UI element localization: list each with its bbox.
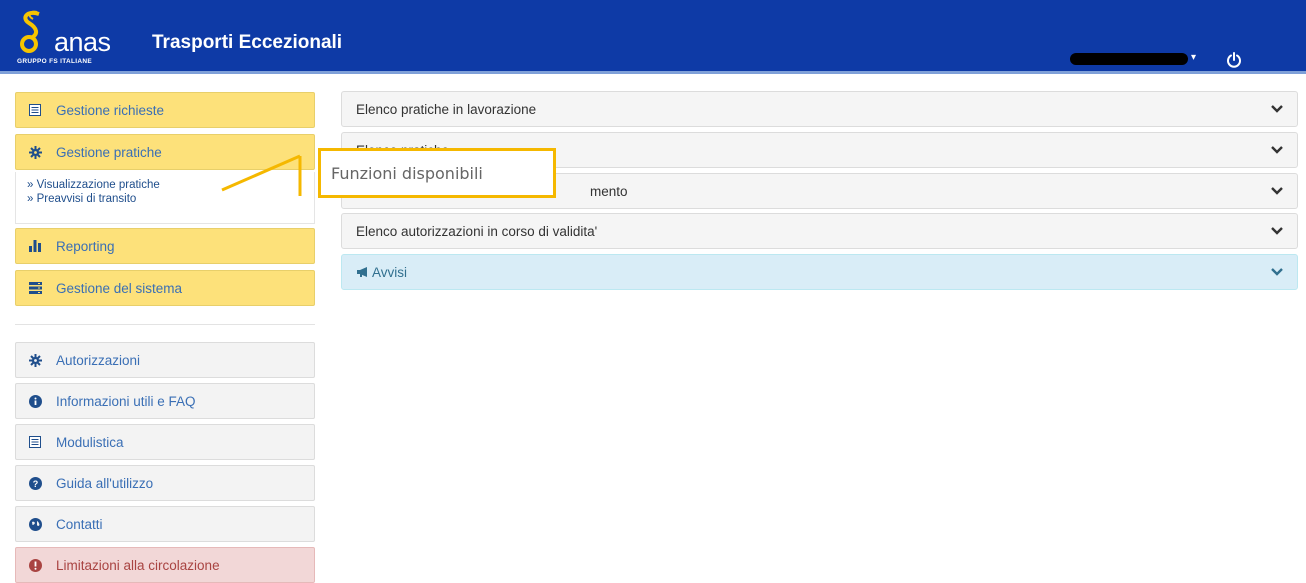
panel-title: Elenco pratiche in lavorazione [356,101,537,117]
sidebar-item-reporting[interactable]: Reporting [15,228,315,264]
sidebar-item-label: Informazioni utili e FAQ [56,393,196,409]
sidebar-item-modulistica[interactable]: Modulistica [15,424,315,460]
megaphone-icon [357,267,367,277]
chevron-down-icon [1271,187,1283,195]
callout-funzioni-disponibili: Funzioni disponibili [318,148,556,198]
anas-s-logo-icon [20,10,40,53]
question-icon: ? [28,476,42,490]
top-navbar: anas GRUPPO FS ITALIANE Trasporti Eccezi… [0,0,1306,74]
sidebar-item-gestione-richieste[interactable]: Gestione richieste [15,92,315,128]
sidebar-item-limitazioni[interactable]: Limitazioni alla circolazione [15,547,315,583]
user-name-redacted[interactable] [1070,53,1188,65]
sidebar-item-label: Contatti [56,516,103,532]
panel-autorizzazioni-validita[interactable]: Elenco autorizzazioni in corso di validi… [341,213,1298,249]
sidebar-item-autorizzazioni[interactable]: Autorizzazioni [15,342,315,378]
logo-subtitle: GRUPPO FS ITALIANE [17,58,92,65]
globe-icon [28,517,42,531]
callout-pointer [221,154,302,196]
sidebar-item-label: Guida all'utilizzo [56,475,154,491]
list-icon [28,103,42,117]
list-icon [28,435,42,449]
server-icon [28,281,42,295]
sidebar-item-informazioni-faq[interactable]: Informazioni utili e FAQ [15,383,315,419]
sidebar-item-label: Gestione del sistema [56,280,183,296]
panel-title: mento [590,183,628,199]
sidebar-item-label: Gestione pratiche [56,144,162,160]
sidebar-item-label: Gestione richieste [56,102,165,118]
sidebar-divider [15,324,315,325]
panel-avvisi[interactable]: Avvisi [341,254,1298,290]
svg-text:?: ? [32,479,38,489]
chevron-down-icon [1271,105,1283,113]
warning-icon [28,558,42,572]
user-menu-caret-icon[interactable]: ▾ [1191,52,1196,63]
app-title: Trasporti Eccezionali [152,32,343,53]
callout-label: Funzioni disponibili [331,163,483,183]
chevron-down-icon [1271,227,1283,235]
anas-logo[interactable]: anas GRUPPO FS ITALIANE [17,10,127,68]
sidebar-item-contatti[interactable]: Contatti [15,506,315,542]
panel-title: Avvisi [372,264,408,280]
logo-wordmark: anas [54,27,111,57]
sidebar-item-guida[interactable]: ? Guida all'utilizzo [15,465,315,501]
panel-pratiche-in-lavorazione[interactable]: Elenco pratiche in lavorazione [341,91,1298,127]
power-icon[interactable] [1226,52,1242,68]
sidebar-item-label: Reporting [56,238,115,254]
info-icon [28,394,42,408]
sidebar-item-label: Autorizzazioni [56,352,141,368]
chevron-down-icon [1271,146,1283,154]
bar-chart-icon [28,239,42,253]
gear-icon [28,353,42,367]
sidebar-item-label: Limitazioni alla circolazione [56,557,220,573]
sidebar-item-gestione-sistema[interactable]: Gestione del sistema [15,270,315,306]
panel-title: Elenco autorizzazioni in corso di validi… [356,223,598,239]
sidebar-item-label: Modulistica [56,434,124,450]
gear-icon [28,145,42,159]
chevron-down-icon [1271,268,1283,276]
